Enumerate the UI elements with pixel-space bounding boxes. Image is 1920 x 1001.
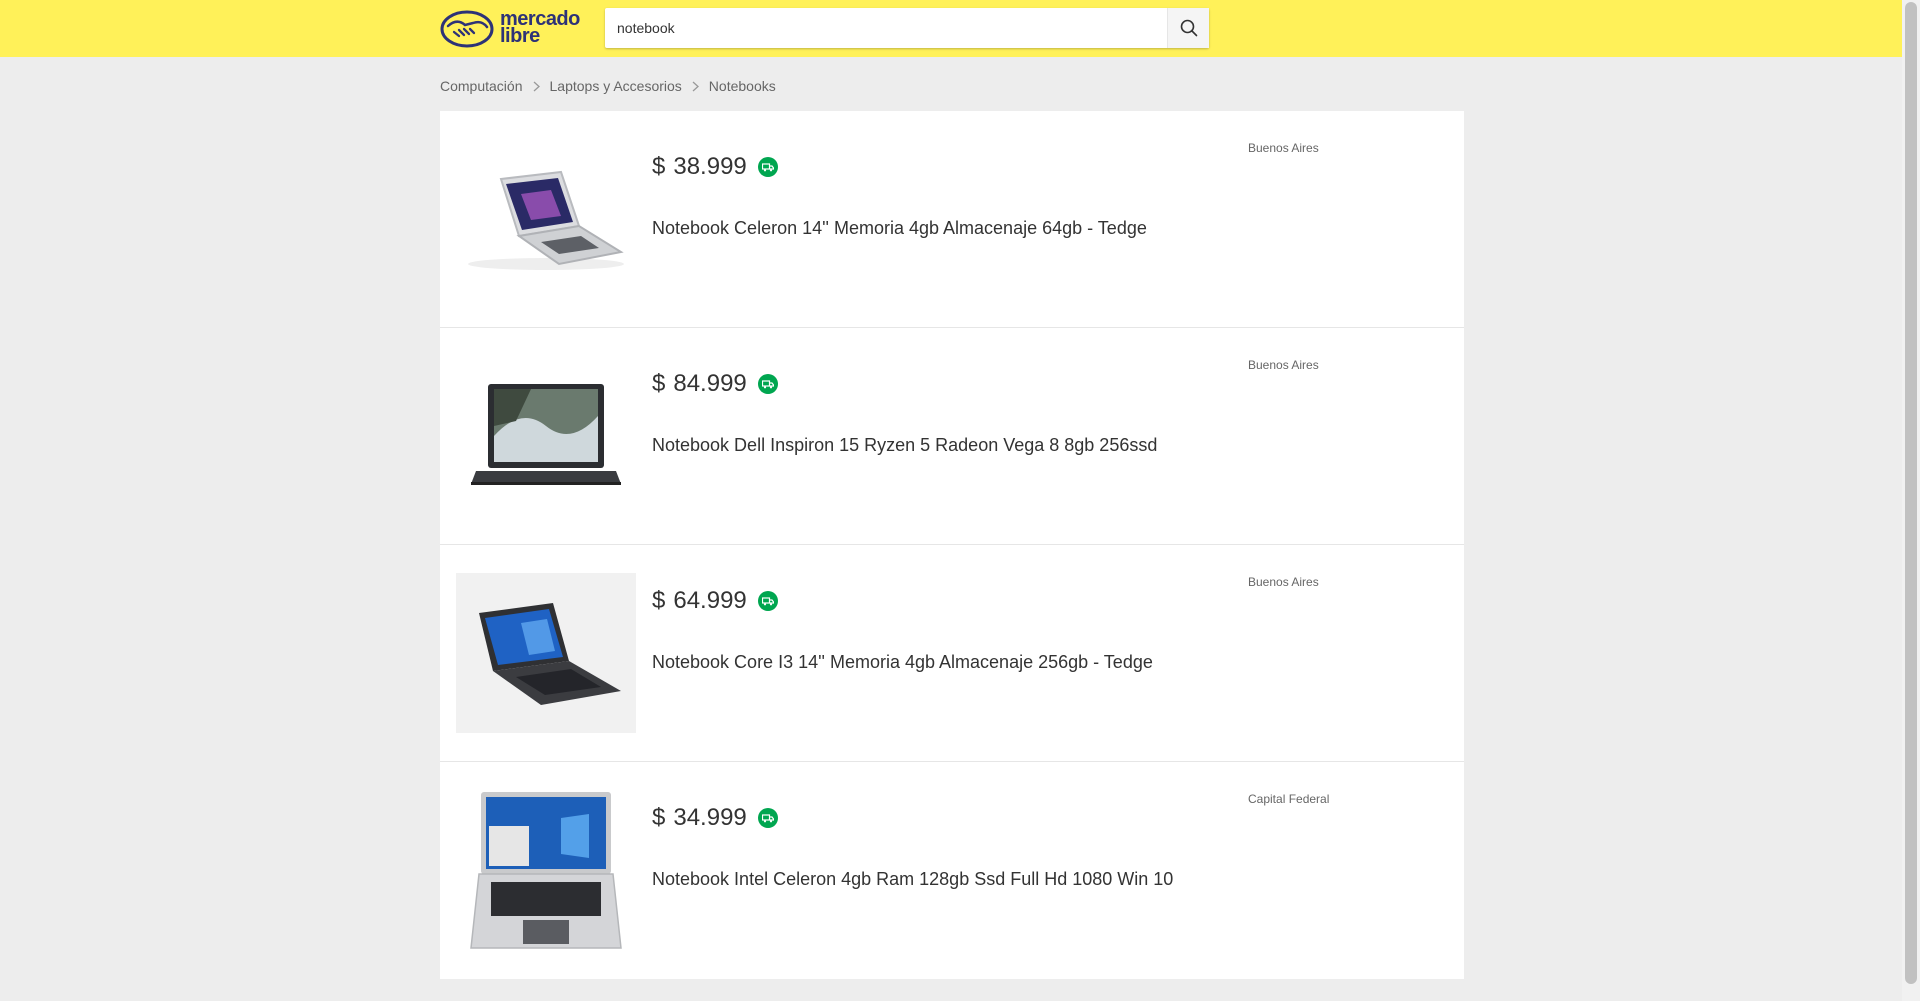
product-image[interactable] [456, 790, 636, 950]
price: $ 38.999 [652, 153, 778, 181]
search-input[interactable] [605, 8, 1167, 48]
shipping-truck-icon [757, 374, 778, 394]
product-title[interactable]: Notebook Celeron 14'' Memoria 4gb Almace… [652, 218, 1147, 239]
product-image[interactable] [456, 356, 636, 516]
search-bar [605, 8, 1209, 48]
seller-location: Buenos Aires [1248, 358, 1319, 372]
vertical-scrollbar[interactable] [1902, 0, 1920, 1001]
currency-symbol: $ [652, 587, 666, 614]
price: $ 84.999 [652, 370, 778, 398]
shipping-truck-icon [757, 157, 778, 177]
price: $ 34.999 [652, 804, 778, 832]
product-title[interactable]: Notebook Core I3 14'' Memoria 4gb Almace… [652, 652, 1153, 673]
price-amount: 84.999 [673, 370, 747, 397]
currency-symbol: $ [652, 153, 666, 180]
header: mercado libre [0, 0, 1902, 57]
search-icon [1180, 19, 1197, 37]
shipping-truck-icon [757, 808, 778, 828]
logo-line-2: libre [500, 25, 540, 47]
price-amount: 34.999 [673, 804, 747, 831]
breadcrumb: Computación Laptops y Accesorios Noteboo… [440, 78, 776, 94]
mercado-libre-logo[interactable]: mercado libre [440, 6, 582, 50]
price: $ 64.999 [652, 587, 778, 615]
search-results-list: $ 38.999 Notebook Celeron 14'' Memoria 4… [440, 111, 1464, 979]
currency-symbol: $ [652, 804, 666, 831]
seller-location: Capital Federal [1248, 792, 1330, 806]
breadcrumb-notebooks[interactable]: Notebooks [709, 78, 776, 94]
chevron-right-icon [533, 81, 540, 92]
logo-wordmark: mercado libre [500, 9, 580, 47]
product-title[interactable]: Notebook Intel Celeron 4gb Ram 128gb Ssd… [652, 869, 1173, 890]
search-button[interactable] [1167, 8, 1209, 48]
result-item[interactable]: $ 64.999 Notebook Core I3 14'' Memoria 4… [440, 545, 1464, 762]
product-title[interactable]: Notebook Dell Inspiron 15 Ryzen 5 Radeon… [652, 435, 1157, 456]
seller-location: Buenos Aires [1248, 575, 1319, 589]
seller-location: Buenos Aires [1248, 141, 1319, 155]
breadcrumb-computacion[interactable]: Computación [440, 78, 523, 94]
product-image[interactable] [456, 573, 636, 733]
shipping-truck-icon [757, 591, 778, 611]
result-item[interactable]: $ 34.999 Notebook Intel Celeron 4gb Ram … [440, 762, 1464, 979]
price-amount: 64.999 [673, 587, 747, 614]
breadcrumb-laptops-accesorios[interactable]: Laptops y Accesorios [550, 78, 682, 94]
result-item[interactable]: $ 84.999 Notebook Dell Inspiron 15 Ryzen… [440, 328, 1464, 545]
currency-symbol: $ [652, 370, 666, 397]
handshake-logo-icon [440, 10, 494, 48]
chevron-right-icon [692, 81, 699, 92]
scrollbar-thumb[interactable] [1905, 2, 1917, 984]
price-amount: 38.999 [673, 153, 747, 180]
product-image[interactable] [456, 139, 636, 299]
result-item[interactable]: $ 38.999 Notebook Celeron 14'' Memoria 4… [440, 111, 1464, 328]
